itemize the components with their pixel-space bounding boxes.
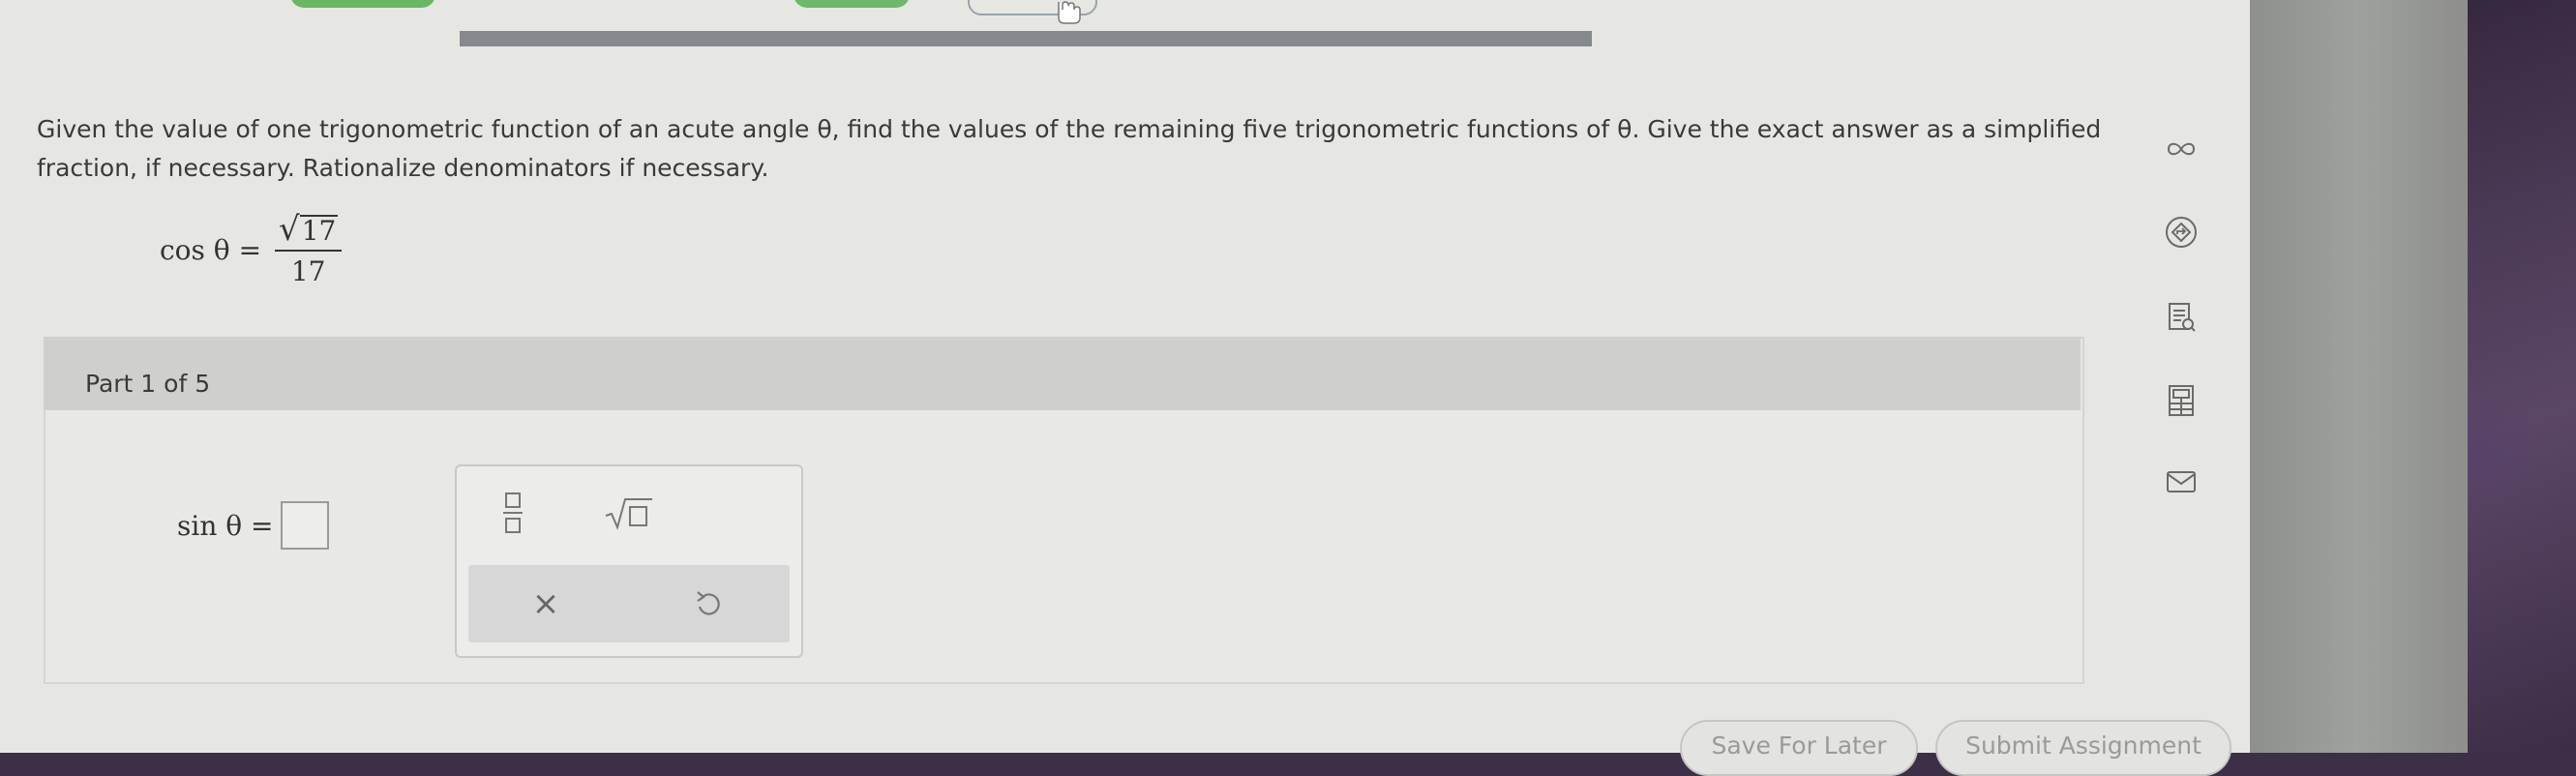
part-header bbox=[44, 337, 2081, 410]
given-fraction: √ 17 17 bbox=[275, 210, 343, 287]
answer-input[interactable] bbox=[281, 501, 330, 550]
screen: Given the value of one trigonometric fun… bbox=[0, 0, 2250, 776]
monitor-bezel bbox=[2245, 0, 2468, 753]
save-for-later-button[interactable]: Save For Later bbox=[1680, 720, 1918, 776]
given-denominator: 17 bbox=[290, 255, 326, 287]
progress-bar bbox=[460, 31, 1592, 46]
part-label: Part 1 of 5 bbox=[85, 370, 211, 398]
submit-assignment-button[interactable]: Submit Assignment bbox=[1935, 720, 2232, 776]
math-toolbar: × bbox=[455, 464, 803, 658]
question-text: Given the value of one trigonometric fun… bbox=[37, 115, 2102, 182]
document-icon[interactable] bbox=[2164, 300, 2199, 335]
clear-icon[interactable]: × bbox=[526, 584, 565, 623]
answer-lhs: sin θ = bbox=[177, 509, 274, 542]
tab-2[interactable] bbox=[794, 0, 910, 8]
toolbar-footer: × bbox=[468, 565, 790, 642]
given-lhs: cos θ = bbox=[160, 234, 262, 266]
fraction-icon[interactable] bbox=[494, 484, 532, 542]
calculator-icon[interactable] bbox=[2164, 383, 2199, 418]
given-numerator: 17 bbox=[299, 215, 339, 247]
hand-cursor-icon bbox=[1053, 0, 1082, 25]
diamond-arrow-icon[interactable] bbox=[2164, 215, 2199, 250]
mail-icon[interactable] bbox=[2164, 464, 2199, 499]
answer-row: sin θ = bbox=[177, 501, 330, 550]
sqrt-sign: √ bbox=[279, 210, 300, 249]
tab-1[interactable] bbox=[290, 0, 435, 8]
sqrt-icon[interactable] bbox=[600, 490, 658, 538]
infinity-icon[interactable] bbox=[2164, 132, 2199, 166]
given-equation: cos θ = √ 17 17 bbox=[160, 210, 343, 287]
undo-icon[interactable] bbox=[689, 584, 728, 623]
